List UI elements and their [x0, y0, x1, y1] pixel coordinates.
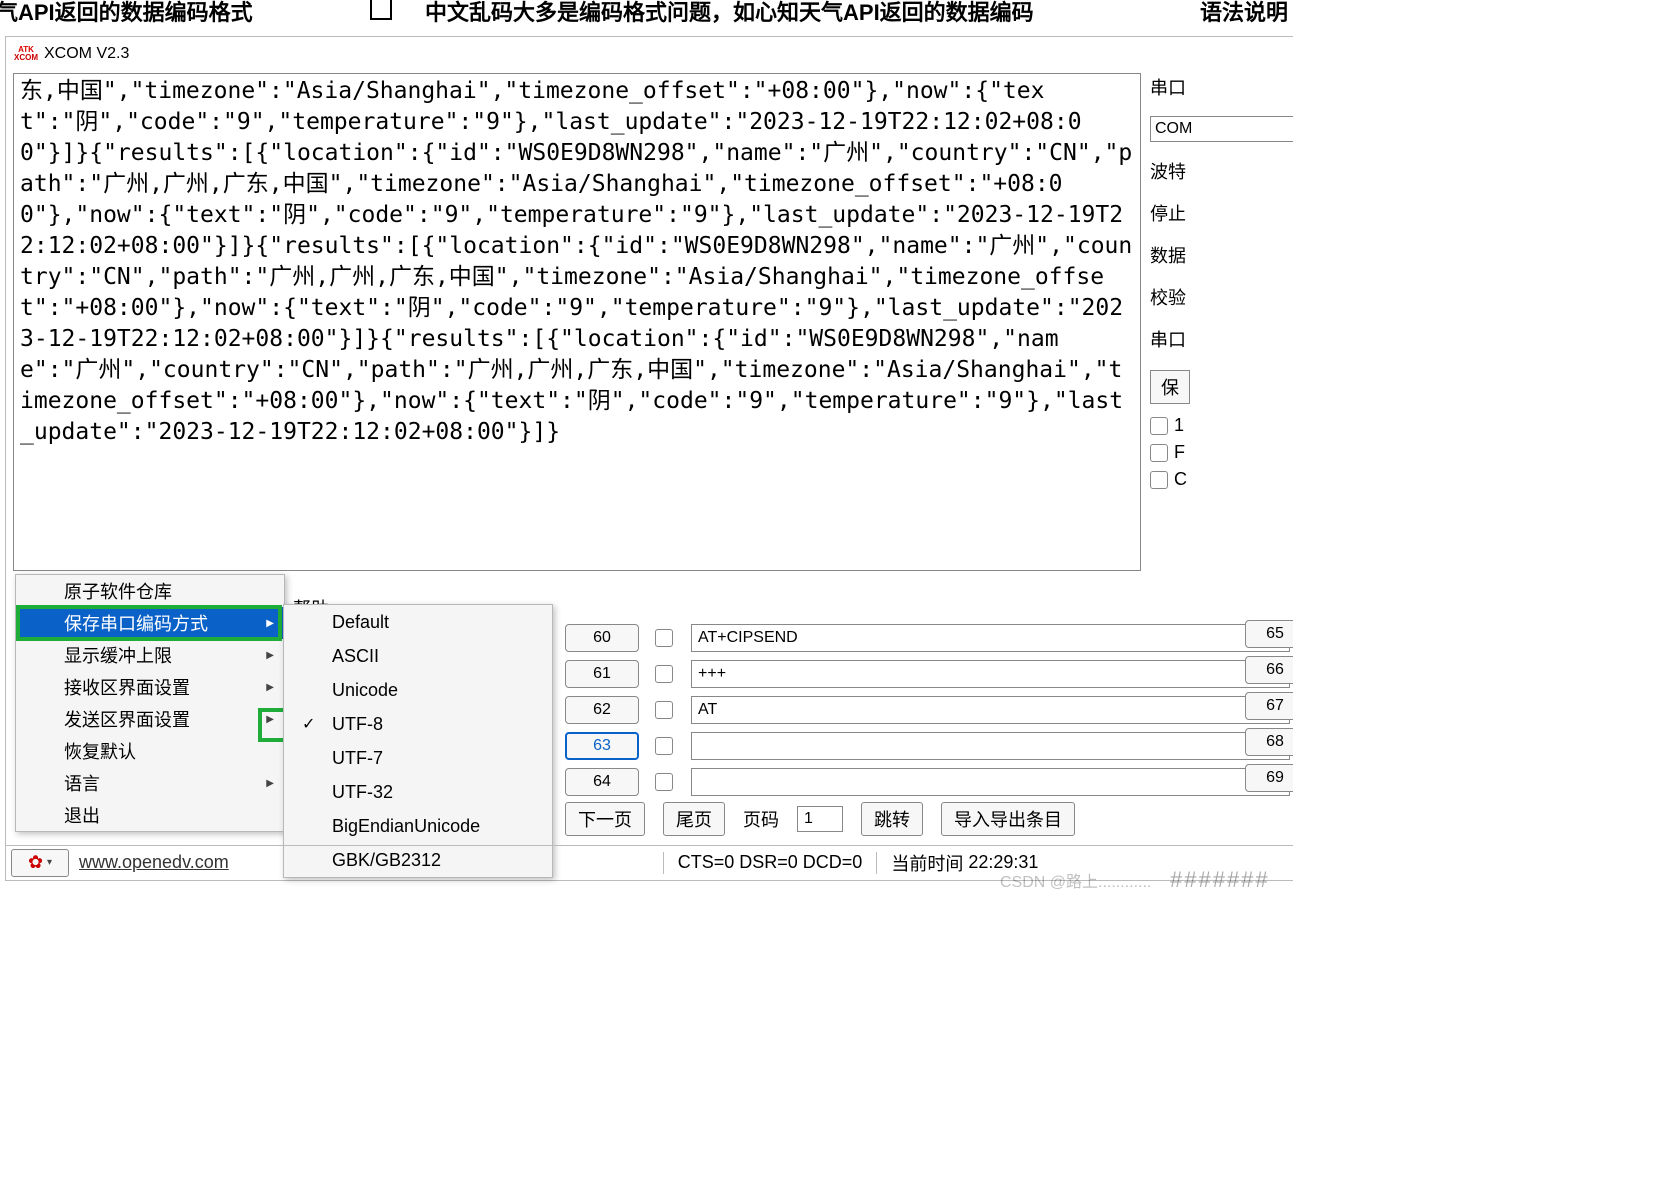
send-index-button-65[interactable]: 65	[1245, 620, 1293, 648]
page-input[interactable]: 1	[797, 806, 843, 832]
send-row-63: 63	[565, 728, 1290, 764]
send-index-button-66[interactable]: 66	[1245, 656, 1293, 684]
send-hex-check-60[interactable]	[655, 629, 673, 647]
send-index-button-62[interactable]: 62	[565, 696, 639, 724]
stop-label: 停止	[1150, 200, 1210, 226]
encoding-option-default[interactable]: Default	[284, 605, 552, 639]
settings-gear-button[interactable]: ✿▾	[11, 849, 69, 877]
send-cmd-input-61[interactable]: +++	[691, 660, 1290, 688]
import-export-button[interactable]: 导入导出条目	[941, 802, 1075, 836]
ctx-item-0[interactable]: 原子软件仓库	[16, 575, 284, 607]
context-menu: 原子软件仓库保存串口编码方式显示缓冲上限接收区界面设置发送区界面设置恢复默认语言…	[15, 574, 285, 832]
opt-check-3[interactable]	[1150, 471, 1168, 489]
encoding-option-utf8[interactable]: UTF-8	[284, 707, 552, 741]
send-hex-check-63[interactable]	[655, 737, 673, 755]
title-bar[interactable]: ATKXCOM XCOM V2.3	[6, 37, 1293, 71]
dropdown-icon: ▾	[47, 857, 52, 868]
send-hex-check-64[interactable]	[655, 773, 673, 791]
send-hex-check-61[interactable]	[655, 665, 673, 683]
ctx-item-6[interactable]: 语言	[16, 767, 284, 799]
pager-row: 下一页 尾页 页码 1 跳转 导入导出条目	[565, 802, 1075, 836]
encoding-submenu: DefaultASCIIUnicodeUTF-8UTF-7UTF-32BigEn…	[283, 604, 553, 878]
send-index-button-67[interactable]: 67	[1245, 692, 1293, 720]
signal-status: CTS=0 DSR=0 DCD=0	[678, 852, 863, 873]
bg-checkbox-icon	[370, 0, 392, 20]
send-cmd-input-63[interactable]	[691, 732, 1290, 760]
send-hex-check-62[interactable]	[655, 701, 673, 719]
opt-check-1[interactable]	[1150, 417, 1168, 435]
multi-send-grid: 60 AT+CIPSEND65 61 +++66 62 AT67 63 68 64 69	[565, 620, 1290, 800]
next-page-button[interactable]: 下一页	[565, 802, 645, 836]
hash-marks: #######	[1170, 867, 1270, 890]
bg-fragment-2: 中文乱码大多是编码格式问题，如心知天气API返回的数据编码	[425, 0, 1034, 27]
send-row-61: 61 +++	[565, 656, 1290, 692]
gear-icon: ✿	[28, 852, 43, 873]
send-row-64: 64	[565, 764, 1290, 800]
send-cmd-input-62[interactable]: AT	[691, 696, 1290, 724]
save-window-button[interactable]: 保	[1150, 370, 1190, 404]
website-link[interactable]: www.openedv.com	[79, 852, 229, 873]
page-label: 页码	[743, 806, 779, 832]
ctx-item-1[interactable]: 保存串口编码方式	[16, 607, 284, 639]
divider	[876, 852, 877, 874]
send-index-button-69[interactable]: 69	[1245, 764, 1293, 792]
send-row-60: 60 AT+CIPSEND	[565, 620, 1290, 656]
serial-settings-panel: 串口 COM 波特 停止 数据 校验 串口 保 1 F C	[1150, 73, 1293, 496]
encoding-option-utf7[interactable]: UTF-7	[284, 741, 552, 775]
receive-textarea[interactable]: 东,中国","timezone":"Asia/Shanghai","timezo…	[13, 73, 1141, 571]
bg-fragment-3: 语法说明	[1200, 0, 1288, 27]
app-icon: ATKXCOM	[14, 42, 38, 66]
ctx-item-2[interactable]: 显示缓冲上限	[16, 639, 284, 671]
encoding-option-unicode[interactable]: Unicode	[284, 673, 552, 707]
send-row-62: 62 AT	[565, 692, 1290, 728]
jump-button[interactable]: 跳转	[861, 802, 923, 836]
send-index-button-63[interactable]: 63	[565, 732, 639, 760]
encoding-option-utf32[interactable]: UTF-32	[284, 775, 552, 809]
bg-fragment-1: 心知天气API返回的数据编码格式	[0, 0, 253, 27]
ctx-item-3[interactable]: 接收区界面设置	[16, 671, 284, 703]
ctx-item-7[interactable]: 退出	[16, 799, 284, 831]
background-text: 心知天气API返回的数据编码格式 中文乱码大多是编码格式问题，如心知天气API返…	[0, 0, 1293, 25]
port-select[interactable]: COM	[1150, 116, 1293, 142]
divider	[663, 852, 664, 874]
ctx-item-4[interactable]: 发送区界面设置	[16, 703, 284, 735]
send-index-button-68[interactable]: 68	[1245, 728, 1293, 756]
ctx-item-5[interactable]: 恢复默认	[16, 735, 284, 767]
send-cmd-input-60[interactable]: AT+CIPSEND	[691, 624, 1290, 652]
baud-label: 波特	[1150, 158, 1210, 184]
encoding-option-bigendianunicode[interactable]: BigEndianUnicode	[284, 809, 552, 843]
send-index-button-64[interactable]: 64	[565, 768, 639, 796]
parity-label: 校验	[1150, 284, 1210, 310]
data-label: 数据	[1150, 242, 1210, 268]
oper-label: 串口	[1150, 326, 1210, 352]
send-index-button-61[interactable]: 61	[565, 660, 639, 688]
send-cmd-input-64[interactable]	[691, 768, 1290, 796]
port-label: 串口	[1150, 74, 1210, 100]
time-label: 当前时间	[891, 850, 963, 876]
watermark-text: CSDN @路上............	[1000, 868, 1151, 890]
send-index-button-60[interactable]: 60	[565, 624, 639, 652]
app-title: XCOM V2.3	[44, 45, 129, 63]
last-page-button[interactable]: 尾页	[663, 802, 725, 836]
opt-check-2[interactable]	[1150, 444, 1168, 462]
encoding-option-ascii[interactable]: ASCII	[284, 639, 552, 673]
